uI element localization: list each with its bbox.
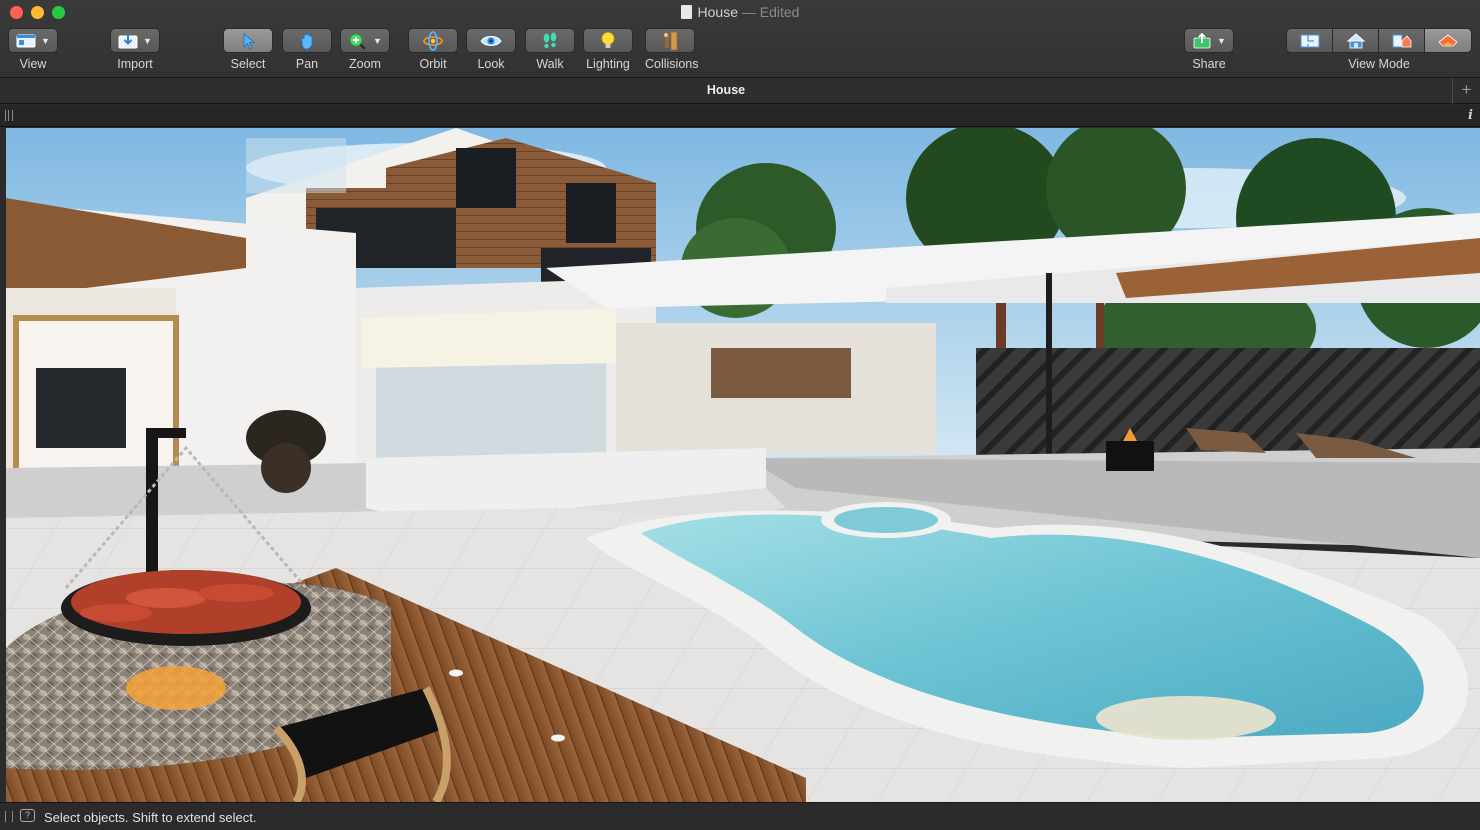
floor-plan-icon — [1300, 34, 1319, 47]
eye-icon — [480, 35, 502, 46]
orbit-tool[interactable]: Orbit — [408, 28, 458, 71]
import-label: Import — [117, 57, 153, 71]
document-icon — [680, 5, 692, 19]
walk-button[interactable] — [525, 28, 575, 53]
walk-tool[interactable]: Walk — [525, 28, 575, 71]
view-mode-3d-button[interactable] — [1425, 29, 1471, 52]
collisions-label: Collisions — [645, 57, 699, 71]
lighting-button[interactable] — [583, 28, 633, 53]
edited-indicator: — Edited — [741, 4, 800, 20]
lighting-label: Lighting — [586, 57, 630, 71]
lightbulb-icon — [601, 31, 615, 48]
share-icon — [1193, 32, 1211, 48]
view-mode-elevation-button[interactable] — [1333, 29, 1379, 52]
view-button[interactable]: ▼ — [8, 28, 58, 53]
magnifier-plus-icon — [349, 33, 366, 50]
status-message: Select objects. Shift to extend select. — [44, 810, 257, 825]
document-name: House — [697, 4, 738, 20]
share-label: Share — [1192, 57, 1226, 71]
import-icon — [118, 34, 138, 48]
footprints-icon — [543, 32, 557, 48]
pan-tool[interactable]: Pan — [282, 28, 332, 71]
import-button[interactable]: ▼ — [110, 28, 160, 53]
select-label: Select — [230, 57, 266, 71]
look-tool[interactable]: Look — [466, 28, 516, 71]
chevron-down-icon: ▼ — [1217, 35, 1226, 46]
view-label: View — [19, 57, 47, 71]
status-bar: ? Select objects. Shift to extend select… — [0, 802, 1480, 830]
view-mode-split-button[interactable] — [1379, 29, 1425, 52]
house-elevation-icon — [1346, 32, 1365, 48]
app-window: House — Edited ▼ View ▼ Import Select Pa… — [0, 0, 1480, 830]
view-mode-label: View Mode — [1348, 57, 1410, 71]
add-tab-button[interactable]: + — [1452, 78, 1480, 104]
hand-icon — [301, 32, 313, 49]
look-button[interactable] — [466, 28, 516, 53]
chevron-down-icon: ▼ — [143, 35, 152, 46]
window-title: House — Edited — [0, 4, 1480, 20]
cursor-arrow-icon — [243, 32, 256, 50]
orbit-icon — [423, 30, 443, 51]
collisions-button[interactable] — [645, 28, 695, 53]
toolbar: House — Edited ▼ View ▼ Import Select Pa… — [0, 0, 1480, 78]
select-tool[interactable]: Select — [223, 28, 273, 71]
pan-label: Pan — [295, 57, 319, 71]
zoom-label: Zoom — [349, 57, 381, 71]
zoom-button[interactable]: ▼ — [340, 28, 390, 53]
view-mode-tool[interactable]: View Mode — [1286, 28, 1472, 71]
chevron-down-icon: ▼ — [41, 35, 50, 46]
help-icon[interactable]: ? — [20, 809, 35, 822]
share-button[interactable]: ▼ — [1184, 28, 1234, 53]
zoom-tool[interactable]: ▼ Zoom — [340, 28, 390, 71]
select-button[interactable] — [223, 28, 273, 53]
walk-label: Walk — [536, 57, 564, 71]
info-bar: i — [0, 105, 1480, 127]
status-resize-grip[interactable] — [5, 811, 13, 822]
3d-viewport[interactable] — [6, 128, 1480, 802]
collisions-tool[interactable]: Collisions — [645, 28, 699, 71]
house-3d-icon — [1438, 33, 1458, 46]
lighting-tool[interactable]: Lighting — [583, 28, 633, 71]
chevron-down-icon: ▼ — [373, 35, 382, 46]
tab-house[interactable]: House — [0, 83, 1452, 97]
look-label: Look — [477, 57, 505, 71]
view-mode-2d-button[interactable] — [1287, 29, 1333, 52]
3d-scene-render[interactable] — [6, 128, 1480, 802]
import-tool[interactable]: ▼ Import — [110, 28, 160, 71]
sidebar-resize-grip[interactable] — [5, 110, 13, 121]
view-mode-segmented-control[interactable] — [1286, 28, 1472, 53]
orbit-button[interactable] — [408, 28, 458, 53]
view-tool[interactable]: ▼ View — [8, 28, 58, 71]
orbit-label: Orbit — [419, 57, 447, 71]
share-tool[interactable]: ▼ Share — [1184, 28, 1234, 71]
info-button[interactable]: i — [1468, 108, 1473, 123]
tab-bar: House + — [0, 78, 1480, 104]
split-view-icon — [1392, 34, 1411, 47]
collision-wall-icon — [664, 31, 678, 50]
window-layout-icon — [16, 34, 36, 47]
pan-button[interactable] — [282, 28, 332, 53]
